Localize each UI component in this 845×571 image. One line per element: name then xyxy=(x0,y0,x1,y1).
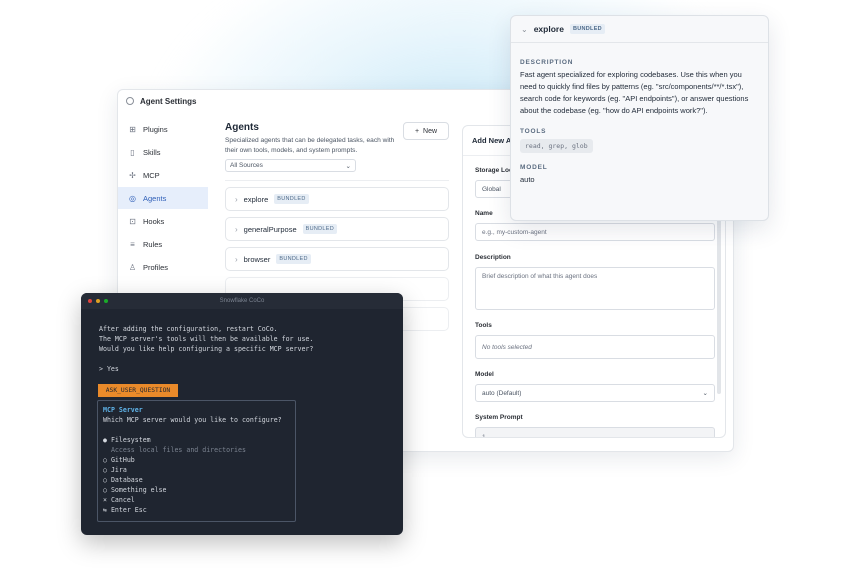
storage-location-value: Global xyxy=(482,185,501,193)
tools-value: No tools selected xyxy=(482,343,532,351)
tools-selector[interactable]: No tools selected xyxy=(475,335,715,359)
terminal-title-bar: Snowflake CoCo xyxy=(81,293,403,309)
question-title: MCP Server xyxy=(103,406,143,414)
option-something-else[interactable]: ○ Something else xyxy=(103,485,167,495)
new-agent-button[interactable]: + New xyxy=(403,122,449,140)
sidebar-item-mcp[interactable]: ✢ MCP xyxy=(118,164,208,186)
model-heading: MODEL xyxy=(520,164,548,171)
bundled-badge: BUNDLED xyxy=(276,254,311,264)
model-label: Model xyxy=(475,371,494,378)
description-placeholder: Brief description of what this agent doe… xyxy=(482,273,598,280)
agent-row-browser[interactable]: › browser BUNDLED xyxy=(225,247,449,271)
question-box: MCP Server Which MCP server would you li… xyxy=(97,400,296,522)
tools-label: Tools xyxy=(475,322,492,329)
description-label: Description xyxy=(475,254,511,261)
option-description: Access local files and directories xyxy=(103,446,246,454)
terminal-line: Would you like help configuring a specif… xyxy=(99,345,314,353)
skills-icon: ▯ xyxy=(130,147,135,157)
mcp-icon: ✢ xyxy=(129,170,136,180)
name-input[interactable]: e.g., my-custom-agent xyxy=(475,223,715,241)
sidebar-item-label: Profiles xyxy=(143,262,169,272)
bundled-badge: BUNDLED xyxy=(274,194,309,204)
terminal-title: Snowflake CoCo xyxy=(219,298,265,304)
source-filter-select[interactable]: All Sources ⌄ xyxy=(225,159,356,172)
plugins-icon: ⊞ xyxy=(129,124,136,134)
system-prompt-editor[interactable]: 1 xyxy=(475,427,715,438)
hooks-icon: ⊡ xyxy=(129,216,136,226)
chevron-down-icon: ⌄ xyxy=(702,390,708,397)
storage-location-label: Storage Loc xyxy=(475,167,513,174)
option-filesystem[interactable]: ● Filesystem xyxy=(103,435,151,445)
new-button-label: New xyxy=(423,127,438,135)
key-hint: ⇆ Enter Esc xyxy=(103,506,147,514)
tools-chip: read, grep, glob xyxy=(520,139,593,153)
agent-description: Fast agent specialized for exploring cod… xyxy=(520,70,749,115)
popover-header[interactable]: ⌄ explore BUNDLED xyxy=(511,16,768,43)
sidebar-item-profiles[interactable]: ♙ Profiles xyxy=(118,256,208,278)
option-database[interactable]: ○ Database xyxy=(103,475,143,485)
tools-heading: TOOLS xyxy=(520,128,547,135)
chevron-down-icon: ⌄ xyxy=(345,162,351,170)
name-label: Name xyxy=(475,210,493,217)
sidebar-item-label: Rules xyxy=(143,239,163,249)
settings-icon xyxy=(126,97,134,105)
bundled-badge: BUNDLED xyxy=(569,24,605,34)
model-value: auto xyxy=(520,175,535,184)
bundled-badge: BUNDLED xyxy=(302,224,338,234)
terminal-answer: > Yes xyxy=(99,365,119,373)
divider xyxy=(225,180,449,181)
add-panel-title: Add New A xyxy=(472,136,512,145)
agent-row-explore[interactable]: › explore BUNDLED xyxy=(225,187,449,211)
settings-sidebar: ⊞ Plugins ▯ Skills ✢ MCP ◎ Agents ⊡ Hook… xyxy=(118,118,208,279)
chevron-down-icon: ⌄ xyxy=(521,24,528,34)
option-jira[interactable]: ○ Jira xyxy=(103,465,127,475)
plus-icon: + xyxy=(414,127,420,135)
sidebar-item-rules[interactable]: ≡ Rules xyxy=(118,233,208,255)
popover-title: explore xyxy=(533,24,564,34)
chevron-right-icon: › xyxy=(235,194,238,204)
agent-name: explore xyxy=(243,194,269,204)
profiles-icon: ♙ xyxy=(128,262,137,272)
ask-user-question-tag: ASK_USER_QUESTION xyxy=(98,384,178,397)
description-textarea[interactable]: Brief description of what this agent doe… xyxy=(475,267,715,310)
sidebar-item-agents[interactable]: ◎ Agents xyxy=(118,187,208,209)
sidebar-item-label: Plugins xyxy=(143,124,168,134)
agents-description: Specialized agents that can be delegated… xyxy=(225,137,395,154)
sidebar-item-label: Agents xyxy=(143,193,167,203)
sidebar-item-hooks[interactable]: ⊡ Hooks xyxy=(118,210,208,232)
model-select[interactable]: auto (Default) ⌄ xyxy=(475,384,715,402)
rules-icon: ≡ xyxy=(130,239,135,249)
sidebar-item-skills[interactable]: ▯ Skills xyxy=(118,141,208,163)
name-placeholder: e.g., my-custom-agent xyxy=(482,228,547,236)
option-cancel[interactable]: × Cancel xyxy=(103,495,135,505)
description-heading: DESCRIPTION xyxy=(520,59,574,66)
chevron-right-icon: › xyxy=(235,254,238,264)
sidebar-item-label: MCP xyxy=(143,170,160,180)
question-text: Which MCP server would you like to confi… xyxy=(103,416,282,424)
agent-details-popover: ⌄ explore BUNDLED DESCRIPTION Fast agent… xyxy=(510,15,769,221)
sidebar-item-label: Hooks xyxy=(143,216,165,226)
option-github[interactable]: ○ GitHub xyxy=(103,455,135,465)
agents-icon: ◎ xyxy=(129,193,136,203)
agent-name: generalPurpose xyxy=(243,224,297,234)
agent-name: browser xyxy=(243,254,271,264)
model-value: auto (Default) xyxy=(482,389,522,397)
source-filter-value: All Sources xyxy=(230,162,263,169)
line-number: 1 xyxy=(482,433,486,438)
terminal-line: After adding the configuration, restart … xyxy=(99,325,278,333)
chevron-right-icon: › xyxy=(235,224,238,234)
terminal-window: Snowflake CoCo After adding the configur… xyxy=(81,293,403,535)
system-prompt-label: System Prompt xyxy=(475,414,523,421)
terminal-line: The MCP server's tools will then be avai… xyxy=(99,335,314,343)
sidebar-item-plugins[interactable]: ⊞ Plugins xyxy=(118,118,208,140)
agent-row-generalpurpose[interactable]: › generalPurpose BUNDLED xyxy=(225,217,449,241)
window-title: Agent Settings xyxy=(140,96,197,106)
sidebar-item-label: Skills xyxy=(143,147,161,157)
